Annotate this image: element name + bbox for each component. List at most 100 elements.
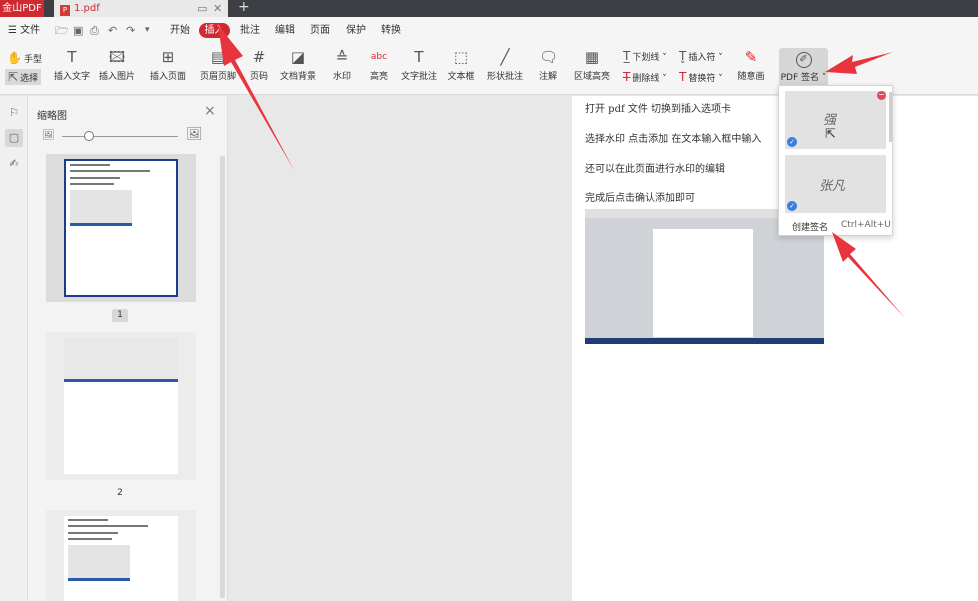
note-button[interactable]: 🗨 注解: [535, 48, 561, 82]
shape-annotation-button[interactable]: ╱ 形状批注: [484, 48, 526, 82]
document-page[interactable]: 打开 pdf 文件 切换到插入选项卡 选择水印 点击添加 在文本输入框中输入 还…: [572, 96, 978, 601]
watermark-button[interactable]: ≙ 水印: [329, 48, 355, 82]
zoom-in-image-icon[interactable]: 🖼: [186, 127, 203, 142]
page-thumbnail-3[interactable]: [64, 516, 178, 601]
document-tab-title: 1.pdf: [74, 3, 100, 14]
hand-tool[interactable]: ✋ 手型: [7, 51, 42, 65]
text-annotation-icon: T: [414, 48, 424, 66]
tab-protect[interactable]: 保护: [346, 17, 366, 44]
saved-signature-2[interactable]: 张凡 ✓: [785, 155, 886, 213]
replace-mark-button[interactable]: T 替换符 ˅: [679, 70, 723, 84]
tab-convert[interactable]: 转换: [381, 17, 401, 44]
insert-text-button[interactable]: T 插入文字: [54, 48, 90, 82]
save-icon[interactable]: ▣: [73, 24, 83, 37]
page-thumbnail-1[interactable]: [64, 159, 178, 297]
bookmark-icon[interactable]: ⚐: [5, 104, 23, 122]
signature-panel-icon[interactable]: ✍: [5, 155, 23, 173]
highlight-icon: abc: [370, 52, 388, 62]
doc-text-line: 打开 pdf 文件 切换到插入选项卡: [585, 104, 732, 115]
tab-edit[interactable]: 编辑: [275, 17, 295, 44]
thumbnail-panel: 缩略图 × 🖼 🖼 1 2: [28, 96, 228, 601]
insert-image-label: 插入图片: [99, 72, 136, 82]
page-number-icon: #: [252, 48, 266, 66]
zoom-out-image-icon[interactable]: 🖼: [42, 130, 55, 141]
underline-icon: T̲: [623, 49, 631, 63]
customize-chevron-icon[interactable]: ▾: [145, 24, 150, 37]
insert-mark-button[interactable]: T̬ 插入符 ˅: [679, 49, 723, 63]
thumbnail-scrollbar[interactable]: [220, 156, 225, 598]
text-annotation-label: 文字批注: [401, 72, 438, 82]
tab-page[interactable]: 页面: [310, 17, 330, 44]
watermark-icon: ≙: [335, 48, 349, 66]
hand-icon: ✋: [7, 51, 22, 65]
highlight-button[interactable]: abc 高亮: [367, 48, 391, 82]
undo-icon[interactable]: ↶: [108, 24, 117, 37]
header-footer-button[interactable]: ▤ 页眉页脚: [196, 48, 240, 82]
header-footer-icon: ▤: [210, 48, 226, 66]
app-name[interactable]: 金山PDF: [0, 0, 44, 17]
text-annotation-button[interactable]: T 文字批注: [401, 48, 437, 82]
signature-list-scrollbar[interactable]: [889, 92, 892, 142]
signature-2-script: 张凡: [819, 179, 846, 194]
restore-icon[interactable]: ▭: [197, 0, 207, 17]
hand-tool-label: 手型: [23, 55, 42, 65]
open-folder-icon[interactable]: 🗁: [55, 24, 69, 37]
tab-insert[interactable]: 插入: [199, 23, 230, 38]
area-highlight-icon: ▦: [584, 48, 600, 66]
thumbnail-panel-title: 缩略图: [37, 111, 67, 122]
print-icon[interactable]: ⎙: [90, 24, 99, 37]
create-signature-shortcut: Ctrl+Alt+U: [841, 220, 891, 230]
line-icon: ╱: [500, 48, 510, 66]
document-tab[interactable]: P 1.pdf ▭ ✕: [54, 0, 228, 17]
area-highlight-button[interactable]: ▦ 区域高亮: [572, 48, 612, 82]
redo-icon[interactable]: ↷: [126, 24, 135, 37]
thumbnail-view-icon[interactable]: ▢: [5, 129, 23, 147]
signature-icon: ✐: [795, 52, 812, 68]
zoom-slider-handle[interactable]: [84, 131, 94, 141]
signature-2-check-icon: ✓: [787, 201, 797, 211]
tab-annotate[interactable]: 批注: [240, 17, 260, 44]
strikethrough-button[interactable]: T̶ 删除线 ˅: [623, 70, 667, 84]
mouse-cursor-icon: ⇱: [825, 127, 836, 142]
underline-label: 下划线: [632, 53, 660, 63]
note-icon: 🗨: [539, 48, 559, 66]
signature-dropdown: 强 ⇱ ✓ − 张凡 ✓ 创建签名 Ctrl+Alt+U: [778, 85, 893, 236]
page-number-button[interactable]: # 页码: [248, 48, 270, 82]
tab-start[interactable]: 开始: [170, 17, 190, 44]
page-thumbnail-card-3[interactable]: [46, 510, 196, 601]
insert-page-button[interactable]: ⊞ 插入页面: [147, 48, 189, 82]
strikethrough-icon: T̶: [623, 70, 631, 84]
page-thumbnail-card-2[interactable]: [46, 332, 196, 480]
insert-page-icon: ⊞: [161, 48, 175, 66]
cursor-icon: ⇱: [8, 70, 19, 84]
doc-background-button[interactable]: ◪ 文档背景: [277, 48, 319, 82]
thumbnail-zoom-slider[interactable]: [62, 136, 178, 137]
freehand-button[interactable]: ✎ 随意画: [734, 48, 768, 82]
close-tab-icon[interactable]: ✕: [213, 0, 222, 17]
signature-1-check-icon: ✓: [787, 137, 797, 147]
new-tab-button[interactable]: +: [238, 0, 250, 16]
highlight-label: 高亮: [369, 72, 388, 82]
page-thumbnail-2[interactable]: [64, 338, 178, 474]
text-box-label: 文本框: [447, 72, 475, 82]
area-highlight-label: 区域高亮: [573, 72, 610, 82]
create-signature-menu-item[interactable]: 创建签名: [792, 220, 828, 233]
pdf-file-icon: P: [60, 5, 70, 16]
freehand-label: 随意画: [737, 72, 765, 82]
saved-signature-1[interactable]: 强 ⇱ ✓ −: [785, 91, 886, 149]
signature-1-remove-icon[interactable]: −: [877, 91, 886, 100]
page-thumbnail-card-1[interactable]: [46, 154, 196, 302]
select-tool[interactable]: ⇱ 选择: [5, 69, 42, 85]
header-footer-label: 页眉页脚: [199, 72, 236, 82]
insert-image-button[interactable]: 🖾 插入图片: [99, 48, 135, 82]
doc-text-line: 完成后点击确认添加即可: [585, 193, 695, 204]
watermark-label: 水印: [332, 72, 351, 82]
insert-text-label: 插入文字: [54, 72, 91, 82]
underline-button[interactable]: T̲ 下划线 ˅: [623, 49, 667, 63]
close-panel-icon[interactable]: ×: [204, 103, 216, 119]
pdf-signature-button[interactable]: ✐ PDF 签名 ˅: [779, 48, 828, 89]
insert-text-icon: T: [67, 48, 77, 66]
file-menu[interactable]: ☰ 文件: [8, 17, 40, 44]
text-box-button[interactable]: ⬚ 文本框: [446, 48, 476, 82]
image-icon: 🖾: [108, 48, 126, 66]
